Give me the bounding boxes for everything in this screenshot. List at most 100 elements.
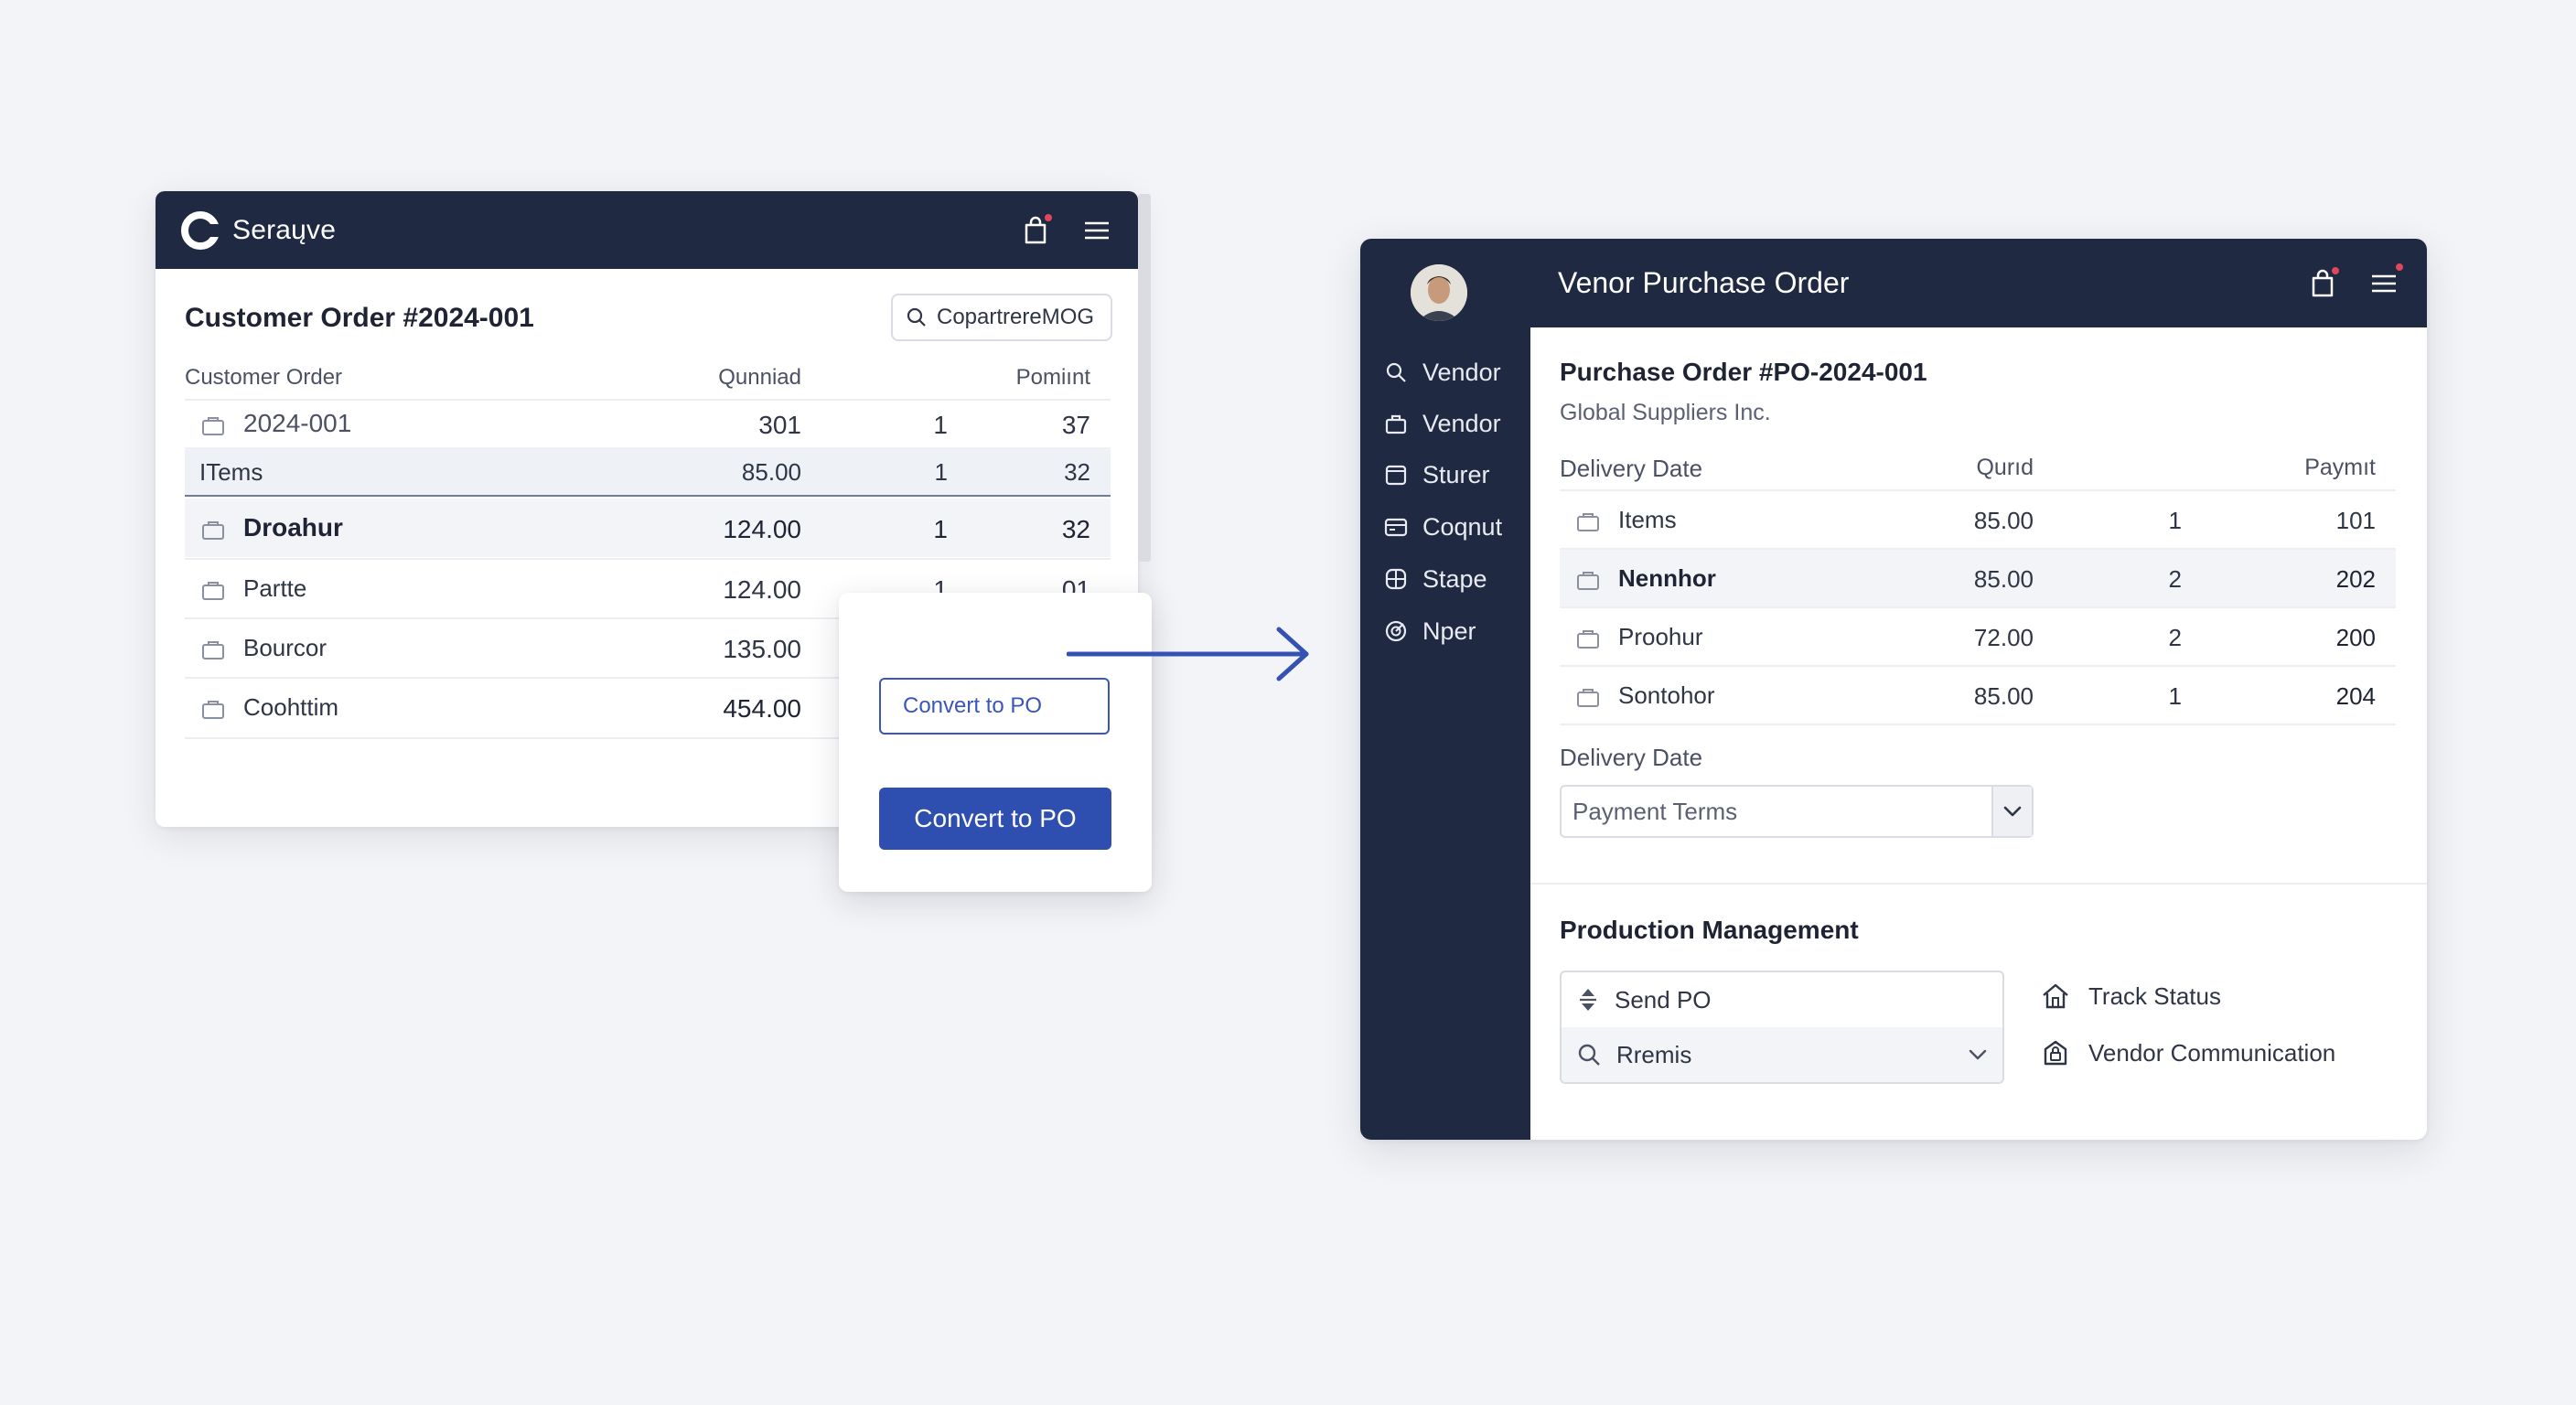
search-input[interactable]: CopartrereMOG	[891, 294, 1112, 341]
row-name: Bourcor	[243, 634, 327, 661]
app-header: Venor Purchase Order	[1530, 239, 2427, 327]
page-title: Venor Purchase Order	[1558, 266, 1850, 299]
chevron-down-icon[interactable]	[1968, 1048, 1988, 1061]
table-row[interactable]: 2024-001 301 1 37	[185, 400, 1111, 447]
vendor-communication-label: Vendor Communication	[2088, 1038, 2336, 1067]
search-icon	[1386, 362, 1406, 382]
column-header: Pomiınt	[1015, 365, 1090, 390]
row-payment: 101	[2335, 507, 2376, 534]
column-header: Customer Order	[185, 365, 343, 390]
bag-icon	[1577, 571, 1599, 590]
row-name: Proohur	[1618, 623, 1703, 650]
notification-dot	[1043, 211, 1054, 223]
table-row[interactable]: Proohur 72.00 2 200	[1560, 608, 2396, 665]
row-name: Items	[1618, 506, 1677, 533]
menu-icon[interactable]	[2367, 261, 2405, 300]
row-name: Partte	[243, 574, 307, 602]
table-row[interactable]: Nennhor 85.00 2 202	[1560, 550, 2396, 606]
scrollbar[interactable]	[1138, 194, 1151, 562]
search-icon	[907, 307, 926, 327]
rremis-label: Rremis	[1616, 1040, 1692, 1068]
track-status-label: Track Status	[2088, 981, 2221, 1010]
sidebar-item-vendor[interactable]: Vendor	[1384, 405, 1501, 442]
table-header: Delivery Date Qurıd Paymıt	[1560, 451, 2396, 484]
notification-bag-icon[interactable]	[1019, 211, 1054, 247]
avatar[interactable]	[1411, 264, 1467, 321]
card-icon	[1384, 518, 1408, 537]
row-count: 1	[2168, 682, 2182, 710]
row-qty: 124.00	[723, 515, 801, 543]
send-po-item[interactable]: Send PO	[1562, 972, 2002, 1027]
sidebar-item-label: Sturer	[1422, 460, 1490, 488]
column-header: Qurıd	[1976, 455, 2034, 480]
table-row[interactable]: Sontohor 85.00 1 204	[1560, 667, 2396, 724]
vendor-communication-link[interactable]: Vendor Communication	[2041, 1038, 2335, 1067]
bag-icon	[202, 640, 224, 660]
row-payment: 200	[2335, 624, 2376, 651]
sidebar-item-vendor-search[interactable]: Vendor	[1384, 354, 1501, 391]
sidebar: Vendor Vendor Sturer Coqnut Stape Nper	[1360, 239, 1530, 1140]
supplier-name: Global Suppliers Inc.	[1560, 400, 1771, 425]
row-qty: 135.00	[723, 635, 801, 663]
row-name: ITems	[199, 458, 263, 486]
sidebar-item-label: Vendor	[1422, 358, 1501, 386]
production-actions: Send PO Rremis	[1560, 971, 2004, 1084]
globe-icon	[1385, 568, 1407, 590]
convert-to-po-secondary-button[interactable]: Convert to PO	[879, 678, 1110, 735]
row-payment: 204	[2335, 682, 2376, 710]
sidebar-item-nper[interactable]: Nper	[1384, 613, 1476, 649]
row-count: 1	[933, 515, 948, 543]
notification-bag-icon[interactable]	[2306, 264, 2341, 300]
sidebar-item-sturer[interactable]: Sturer	[1384, 456, 1490, 493]
row-name: Coohttim	[243, 693, 339, 721]
payment-terms-value: Payment Terms	[1572, 797, 1738, 825]
table-row-selected[interactable]: ITems 85.00 1 32	[185, 447, 1111, 497]
table-row[interactable]: Items 85.00 1 101	[1560, 491, 2396, 548]
row-qty: 454.00	[723, 694, 801, 723]
rremis-select[interactable]: Rremis	[1562, 1027, 2002, 1082]
row-qty: 301	[758, 411, 801, 439]
search-value: CopartrereMOG	[937, 305, 1095, 329]
row-payment: 202	[2335, 565, 2376, 593]
chevron-down-icon[interactable]	[1991, 787, 2032, 836]
send-po-label: Send PO	[1615, 985, 1712, 1014]
sidebar-item-label: Nper	[1422, 617, 1476, 645]
row-count: 1	[934, 458, 948, 486]
row-payment: 32	[1061, 515, 1090, 543]
sidebar-item-label: Coqnut	[1422, 512, 1503, 541]
bag-icon	[202, 700, 224, 719]
notification-dot	[2394, 261, 2405, 273]
bag-icon	[1577, 512, 1599, 531]
arrow-right-icon	[1067, 627, 1309, 681]
row-qty: 85.00	[1973, 682, 2034, 710]
row-count: 1	[2168, 507, 2182, 534]
track-status-link[interactable]: Track Status	[2041, 981, 2221, 1011]
folder-icon	[1385, 465, 1407, 486]
row-name: Droahur	[243, 513, 343, 542]
updown-icon	[1580, 989, 1596, 1011]
notification-dot	[2330, 264, 2341, 276]
row-qty: 85.00	[1973, 507, 2034, 534]
table-row[interactable]: Droahur 124.00 1 32	[185, 499, 1111, 557]
menu-icon[interactable]	[1079, 214, 1112, 247]
bag-icon	[202, 581, 224, 600]
row-qty: 72.00	[1973, 624, 2034, 651]
sidebar-item-coqnut[interactable]: Coqnut	[1384, 509, 1502, 545]
column-header: Qunniad	[718, 365, 801, 390]
delivery-date-label: Delivery Date	[1560, 744, 1703, 771]
bag-icon	[1577, 688, 1599, 707]
column-header: Paymıt	[2304, 455, 2376, 480]
bag-icon	[202, 416, 224, 435]
row-count: 1	[933, 411, 948, 439]
payment-terms-select[interactable]: Payment Terms	[1560, 785, 2034, 838]
row-qty: 124.00	[723, 575, 801, 604]
sidebar-item-stape[interactable]: Stape	[1384, 561, 1487, 597]
sidebar-item-label: Stape	[1422, 564, 1487, 593]
bag-icon	[1577, 629, 1599, 649]
convert-to-po-button[interactable]: Convert to PO	[879, 788, 1111, 850]
bag-icon	[1385, 414, 1407, 434]
row-qty: 85.00	[741, 458, 801, 486]
brand-name: Seraųve	[232, 214, 337, 245]
page-title: Customer Order #2024-001	[185, 303, 534, 333]
home-icon	[2043, 983, 2068, 1009]
